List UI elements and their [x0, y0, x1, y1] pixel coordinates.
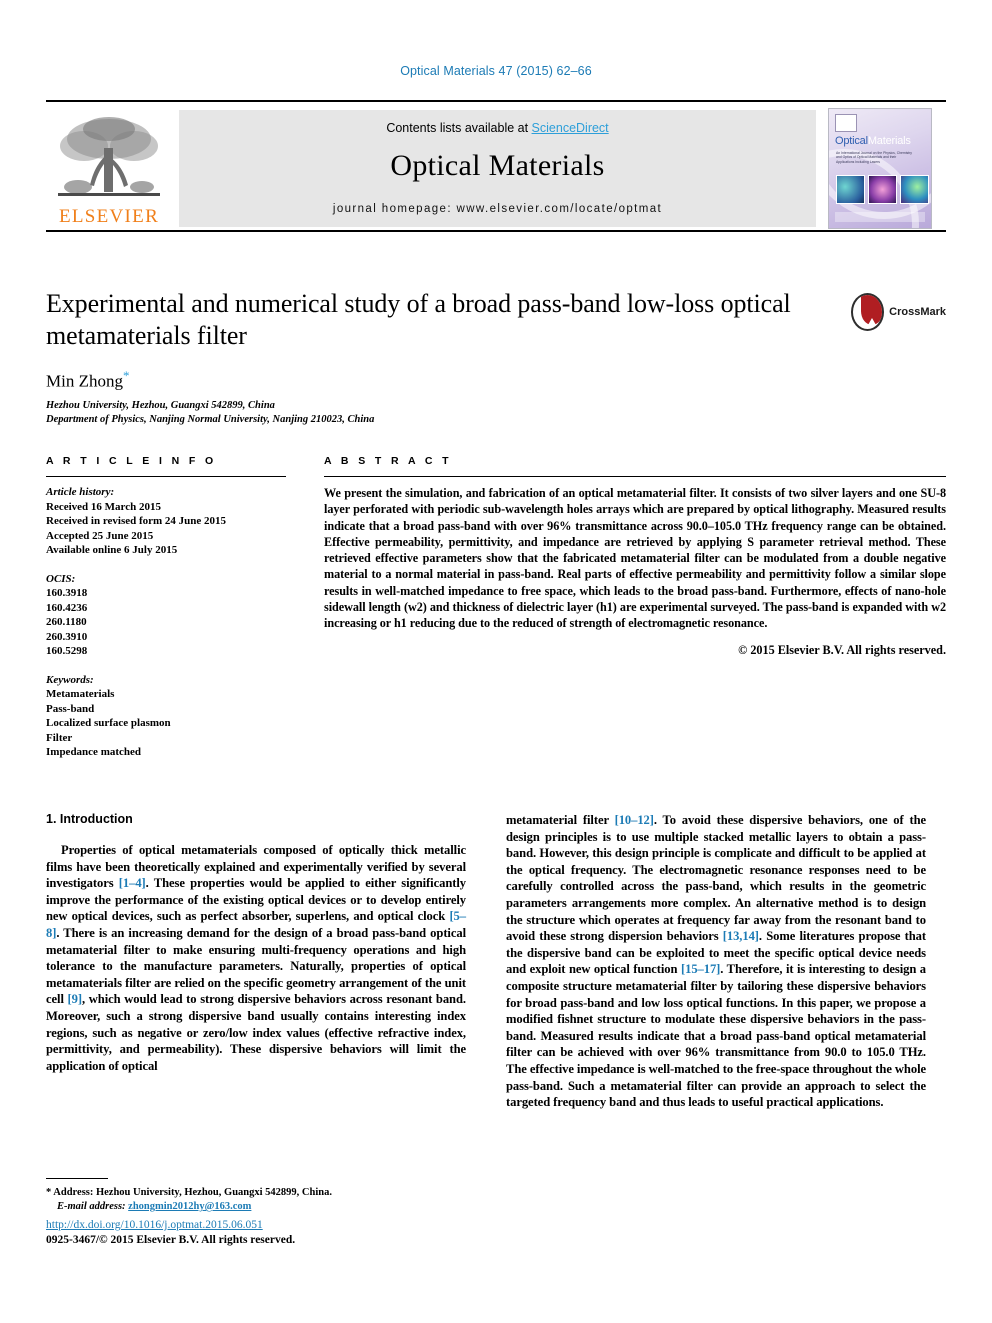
elsevier-logo: ELSEVIER — [48, 110, 170, 228]
keyword-item: Metamaterials — [46, 688, 115, 700]
page-title: Experimental and numerical study of a br… — [46, 289, 791, 350]
corresponding-author-footnote: * Address: Hezhou University, Hezhou, Gu… — [46, 1178, 466, 1214]
cover-title-part1: Optical — [835, 135, 868, 147]
cover-bottom-bar — [835, 212, 925, 222]
article-history-label: Article history: — [46, 486, 115, 498]
section-heading-introduction: 1. Introduction — [46, 812, 133, 826]
cover-image-1 — [836, 175, 865, 204]
doi-link[interactable]: http://dx.doi.org/10.1016/j.optmat.2015.… — [46, 1218, 546, 1233]
cover-image-strip — [836, 175, 929, 204]
ocis-item: 260.3910 — [46, 630, 88, 643]
footnote-email-line: E-mail address: zhongmin2012hy@163.com — [46, 1200, 466, 1214]
history-item: Received in revised form 24 June 2015 — [46, 515, 227, 527]
intro-text-e: metamaterial filter — [506, 813, 615, 827]
abstract-rule — [324, 476, 946, 477]
contents-available-line: Contents lists available at ScienceDirec… — [179, 110, 816, 135]
footnote-address: Address: Hezhou University, Hezhou, Guan… — [53, 1187, 332, 1198]
abstract-column: A B S T R A C T We present the simulatio… — [324, 455, 946, 658]
title-block: Experimental and numerical study of a br… — [46, 288, 946, 427]
journal-cover-thumbnail: OpticalMaterials An International Journa… — [828, 108, 932, 229]
keyword-item: Localized surface plasmon — [46, 717, 171, 729]
body-right-column: metamaterial filter [10–12]. To avoid th… — [506, 812, 926, 1111]
ocis-label: OCIS: — [46, 572, 76, 585]
citation-1-4[interactable]: [1–4] — [119, 876, 146, 890]
keywords-group: Keywords: Metamaterials Pass-band Locali… — [46, 673, 286, 760]
affiliation-1: Hezhou University, Hezhou, Guangxi 54289… — [46, 399, 275, 411]
author-name: Min Zhong* — [46, 368, 946, 392]
sciencedirect-link[interactable]: ScienceDirect — [532, 121, 609, 135]
citation-15-17[interactable]: [15–17] — [681, 962, 720, 976]
body-left-column: 1. Introduction Properties of optical me… — [46, 812, 466, 1074]
ocis-item: 160.5298 — [46, 645, 88, 657]
intro-text-h: . Therefore, it is interesting to design… — [506, 962, 927, 1110]
intro-text-f: . To avoid these dispersive behaviors, o… — [506, 813, 926, 944]
citation-9[interactable]: [9] — [68, 992, 83, 1006]
corresponding-author-marker: * — [122, 368, 130, 383]
intro-text-d: , which would lead to strong dispersive … — [46, 992, 466, 1073]
cover-image-3 — [900, 175, 929, 204]
masthead-top-rule — [46, 100, 946, 102]
journal-homepage[interactable]: journal homepage: www.elsevier.com/locat… — [179, 203, 816, 215]
ocis-group: OCIS: 160.3918 160.4236 260.1180 260.391… — [46, 572, 286, 659]
cover-subtitle: An International Journal on the Physics,… — [836, 151, 912, 164]
crossmark-icon — [851, 293, 885, 331]
cover-title-part2: Materials — [867, 135, 911, 147]
article-info-column: A R T I C L E I N F O Article history: R… — [46, 455, 286, 774]
keyword-item: Impedance matched — [46, 746, 142, 758]
article-info-rule — [46, 476, 286, 477]
journal-title: Optical Materials — [390, 149, 605, 182]
contents-prefix: Contents lists available at — [386, 121, 532, 135]
elsevier-wordmark: ELSEVIER — [58, 206, 160, 227]
history-item: Accepted 25 June 2015 — [46, 529, 154, 542]
cover-image-2 — [868, 175, 897, 204]
author-label: Min Zhong — [46, 371, 123, 391]
abstract-text: We present the simulation, and fabricati… — [324, 486, 946, 631]
running-head: Optical Materials 47 (2015) 62–66 — [400, 64, 592, 78]
citation-10-12[interactable]: [10–12] — [615, 813, 654, 827]
masthead-bottom-rule — [46, 230, 946, 232]
ocis-item: 260.1180 — [46, 616, 87, 628]
footnote-marker: * — [46, 1187, 52, 1198]
abstract-heading: A B S T R A C T — [324, 455, 452, 467]
crossmark-badge-group[interactable]: CrossMark — [851, 290, 946, 334]
ocis-item: 160.4236 — [46, 601, 88, 614]
abstract-copyright: © 2015 Elsevier B.V. All rights reserved… — [738, 642, 946, 657]
citation-13-14[interactable]: [13,14] — [723, 929, 759, 943]
affiliation-2: Department of Physics, Nanjing Normal Un… — [46, 413, 375, 425]
keywords-label: Keywords: — [46, 673, 94, 686]
issn-copyright-line: 0925-3467/© 2015 Elsevier B.V. All right… — [46, 1234, 296, 1246]
article-history-group: Article history: Received 16 March 2015 … — [46, 485, 286, 558]
cover-publisher-mark — [835, 114, 857, 132]
article-info-heading: A R T I C L E I N F O — [46, 455, 217, 467]
footnote-address-line: * Address: Hezhou University, Hezhou, Gu… — [46, 1186, 466, 1200]
journal-masthead: ELSEVIER Contents lists available at Sci… — [46, 100, 946, 232]
ocis-item: 160.3918 — [46, 587, 88, 599]
history-item: Received 16 March 2015 — [46, 500, 161, 513]
footnote-rule — [46, 1178, 108, 1179]
email-label: E-mail address: — [57, 1201, 126, 1212]
history-item: Available online 6 July 2015 — [46, 544, 178, 556]
footer-doi-block: http://dx.doi.org/10.1016/j.optmat.2015.… — [46, 1218, 546, 1248]
intro-paragraph-left: Properties of optical metamaterials comp… — [46, 842, 466, 1074]
crossmark-label: CrossMark — [889, 306, 946, 318]
paper-page: Optical Materials 47 (2015) 62–66 ELSEVI… — [0, 0, 992, 1323]
keyword-item: Filter — [46, 731, 73, 744]
author-email-link[interactable]: zhongmin2012hy@163.com — [128, 1201, 251, 1212]
elsevier-tree-icon — [58, 117, 160, 196]
cover-title: OpticalMaterials — [835, 135, 911, 147]
intro-paragraph-right: metamaterial filter [10–12]. To avoid th… — [506, 812, 926, 1111]
journal-band: Contents lists available at ScienceDirec… — [179, 110, 816, 227]
keyword-item: Pass-band — [46, 702, 95, 715]
